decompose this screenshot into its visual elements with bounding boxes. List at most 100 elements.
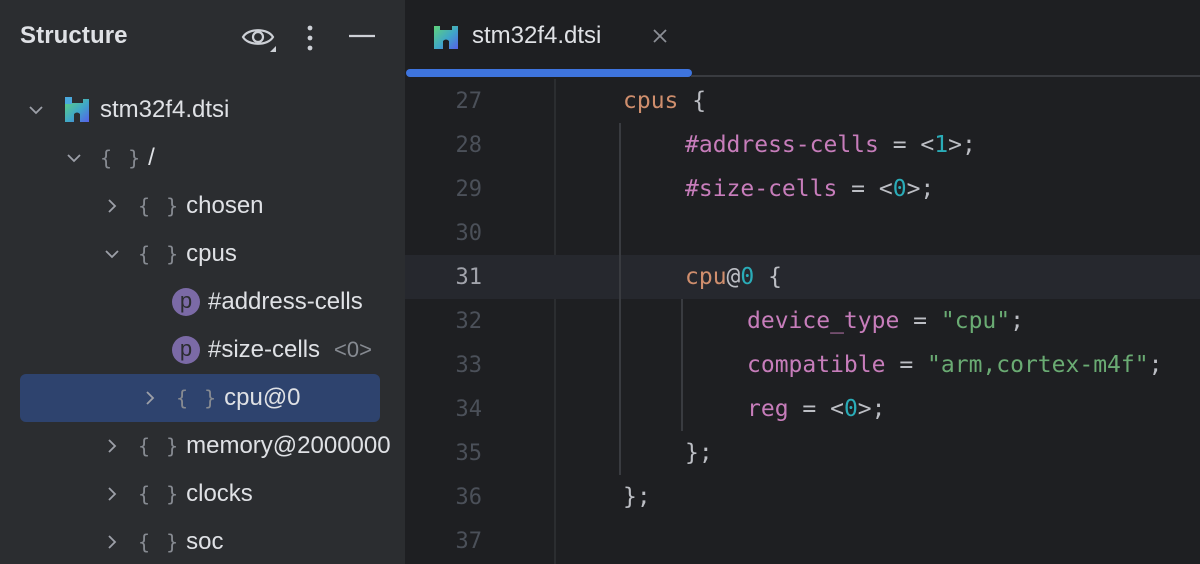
code-line[interactable]: 37 [405, 519, 1200, 563]
tab-close-button[interactable] [649, 25, 671, 47]
code-token-punc: = [885, 352, 928, 378]
code-line[interactable]: 34 reg = <0>; [405, 387, 1200, 431]
chevron-right-icon[interactable] [102, 436, 122, 456]
code-token-node: cpu [685, 264, 727, 290]
node-braces-icon: { } [138, 482, 181, 506]
code-text: #size-cells = <0>; [685, 176, 934, 202]
line-number: 35 [455, 440, 483, 466]
code-token-punc: = < [837, 176, 893, 202]
code-text: }; [623, 484, 651, 510]
line-number: 31 [455, 264, 483, 290]
code-text: cpu@0 { [685, 264, 782, 290]
code-text: reg = <0>; [747, 396, 886, 422]
tree-item[interactable]: p #address-cells [0, 278, 405, 326]
code-token-punc: = [899, 308, 941, 334]
code-line[interactable]: 28 #address-cells = <1>; [405, 123, 1200, 167]
code-line[interactable]: 35}; [405, 431, 1200, 475]
eye-icon [241, 29, 276, 52]
code-token-punc: >; [948, 132, 976, 158]
tree-item-label: #size-cells [208, 336, 321, 363]
line-number: 33 [455, 352, 483, 378]
tree-item-label: / [148, 144, 155, 171]
tab-bar-divider [691, 75, 1200, 77]
indent-guide [619, 123, 621, 475]
tree-item[interactable]: p #size-cells <0> [0, 326, 405, 374]
line-number: 37 [455, 528, 483, 554]
chevron-right-icon[interactable] [102, 196, 122, 216]
tree-item[interactable]: { } clocks [0, 470, 405, 518]
code-token-num: 1 [934, 132, 949, 158]
code-line[interactable]: 29 #size-cells = <0>; [405, 167, 1200, 211]
indent-guide [681, 299, 683, 431]
active-tab-indicator [406, 69, 692, 77]
devicetree-file-icon [65, 97, 89, 122]
editor: stm32f4.dtsi 27 cpus { 28 #address-cells = … [405, 0, 1200, 564]
chevron-right-icon[interactable] [102, 484, 122, 504]
more-options-button[interactable] [292, 20, 328, 56]
code-line[interactable]: 30 [405, 211, 1200, 255]
tree-item-value-hint: <0> [334, 337, 372, 362]
tree-item[interactable]: { } / [0, 134, 405, 182]
code-token-punc: { [754, 264, 782, 290]
code-line[interactable]: 36}; [405, 475, 1200, 519]
tab-label: stm32f4.dtsi [472, 22, 602, 49]
code-line[interactable]: 27 cpus { [405, 79, 1200, 123]
line-number: 34 [455, 396, 483, 422]
node-braces-icon: { } [100, 146, 143, 170]
code-token-prop: #address-cells [685, 132, 879, 158]
view-options-button[interactable] [240, 20, 276, 56]
code-token-punc: }; [685, 440, 713, 466]
tree-item-label: clocks [186, 480, 253, 507]
code-token-punc: = < [878, 132, 935, 158]
panel-title: Structure [20, 22, 128, 49]
line-number: 28 [455, 132, 483, 158]
code-token-prop: device_type [747, 308, 900, 334]
node-braces-icon: { } [138, 242, 181, 266]
code-token-punc: ; [1010, 308, 1024, 334]
code-token-prop: compatible [747, 352, 886, 378]
code-token-punc: @ [726, 264, 741, 290]
chevron-right-icon[interactable] [102, 532, 122, 552]
chevron-right-icon[interactable] [140, 388, 160, 408]
tree-item[interactable]: { } cpu@0 [0, 374, 405, 422]
tree-item-label: cpus [186, 240, 237, 267]
node-braces-icon: { } [176, 386, 219, 410]
code-token-punc: ; [1148, 352, 1163, 378]
chevron-down-icon[interactable] [102, 244, 122, 264]
tree-item-label: chosen [186, 192, 264, 219]
tree-item-label: #address-cells [208, 288, 363, 315]
chevron-down-icon[interactable] [64, 148, 84, 168]
minimize-icon [349, 34, 375, 38]
code-token-str: "arm,cortex-m4f" [927, 352, 1149, 378]
tree-item[interactable]: { } soc [0, 518, 405, 564]
tree-item[interactable]: { } chosen [0, 182, 405, 230]
code-editor[interactable]: 27 cpus {28 #address-cells = <1>; 29 #size-c… [405, 79, 1200, 564]
structure-panel: Structure stm32f4.dtsi{ } /{ } chosen{ } cp… [0, 0, 405, 564]
line-number: 36 [455, 484, 483, 510]
property-icon: p [172, 336, 200, 364]
code-token-prop: #size-cells [685, 176, 838, 202]
close-icon [653, 29, 667, 43]
line-number: 29 [455, 176, 483, 202]
more-vertical-icon [307, 25, 313, 51]
minimize-button[interactable] [344, 20, 380, 56]
editor-tab[interactable]: stm32f4.dtsi [405, 0, 692, 77]
node-braces-icon: { } [138, 434, 181, 458]
code-text: }; [685, 440, 713, 466]
code-line[interactable]: 33 compatible = "arm,cortex-m4f"; [405, 343, 1200, 387]
code-line[interactable]: 32 device_type = "cpu"; [405, 299, 1200, 343]
property-icon: p [172, 288, 200, 316]
code-token-punc: >; [857, 396, 886, 422]
code-line[interactable]: 31 cpu@0 { [405, 255, 1200, 299]
code-token-punc: { [678, 88, 707, 114]
tree-item[interactable]: { } cpus [0, 230, 405, 278]
code-token-str: "cpu" [940, 308, 1011, 334]
tree-item-label: soc [186, 528, 224, 555]
code-token-punc: }; [623, 484, 651, 510]
code-token-num: 0 [892, 176, 907, 202]
tree-item[interactable]: stm32f4.dtsi [0, 86, 405, 134]
tree-item[interactable]: { } memory@2000000 [0, 422, 405, 470]
chevron-down-icon[interactable] [26, 100, 46, 120]
